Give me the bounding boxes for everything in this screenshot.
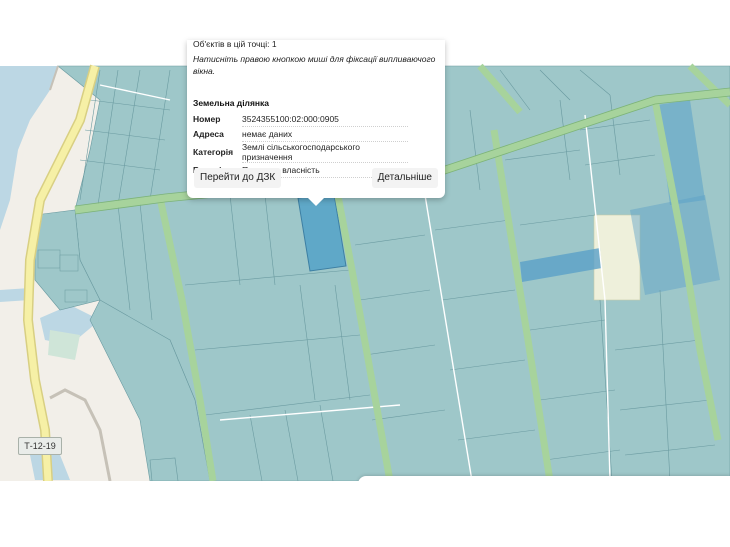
section-title: Земельна ділянка [193, 98, 270, 108]
go-to-dzk-button[interactable]: Перейти до ДЗК [194, 168, 282, 188]
attr-key: Адреса [193, 129, 224, 139]
popup-header: Об'єктів в цій точці: 1 Натисніть правою… [193, 40, 445, 88]
objects-count-text: Об'єктів в цій точці: 1 [193, 40, 277, 49]
popup-pointer [306, 196, 326, 206]
attr-row: Адреса немає даних [193, 126, 408, 142]
attr-row: Номер 3524355100:02:000:0905 [193, 112, 408, 127]
feature-popup[interactable]: Об'єктів в цій точці: 1 Натисніть правою… [187, 40, 445, 206]
road-label: Т-12-19 [18, 437, 62, 455]
parcel [149, 457, 179, 482]
meadow-patch [48, 330, 80, 360]
page-bottom-margin [0, 481, 730, 547]
attr-value: немає даних [242, 126, 408, 142]
attr-value: Землі сільськогосподарського призначення [242, 141, 408, 163]
details-button[interactable]: Детальніше [371, 168, 438, 188]
parcel [59, 254, 79, 272]
attr-key: Номер [193, 114, 221, 125]
parcel [64, 289, 88, 303]
attr-value: 3524355100:02:000:0905 [242, 112, 408, 127]
attr-key: Категорія [193, 147, 234, 157]
parcel [37, 249, 61, 269]
attr-row: Категорія Землі сільськогосподарського п… [193, 141, 408, 163]
popup-hint: Натисніть правою кнопкою миші для фіксац… [193, 54, 436, 76]
